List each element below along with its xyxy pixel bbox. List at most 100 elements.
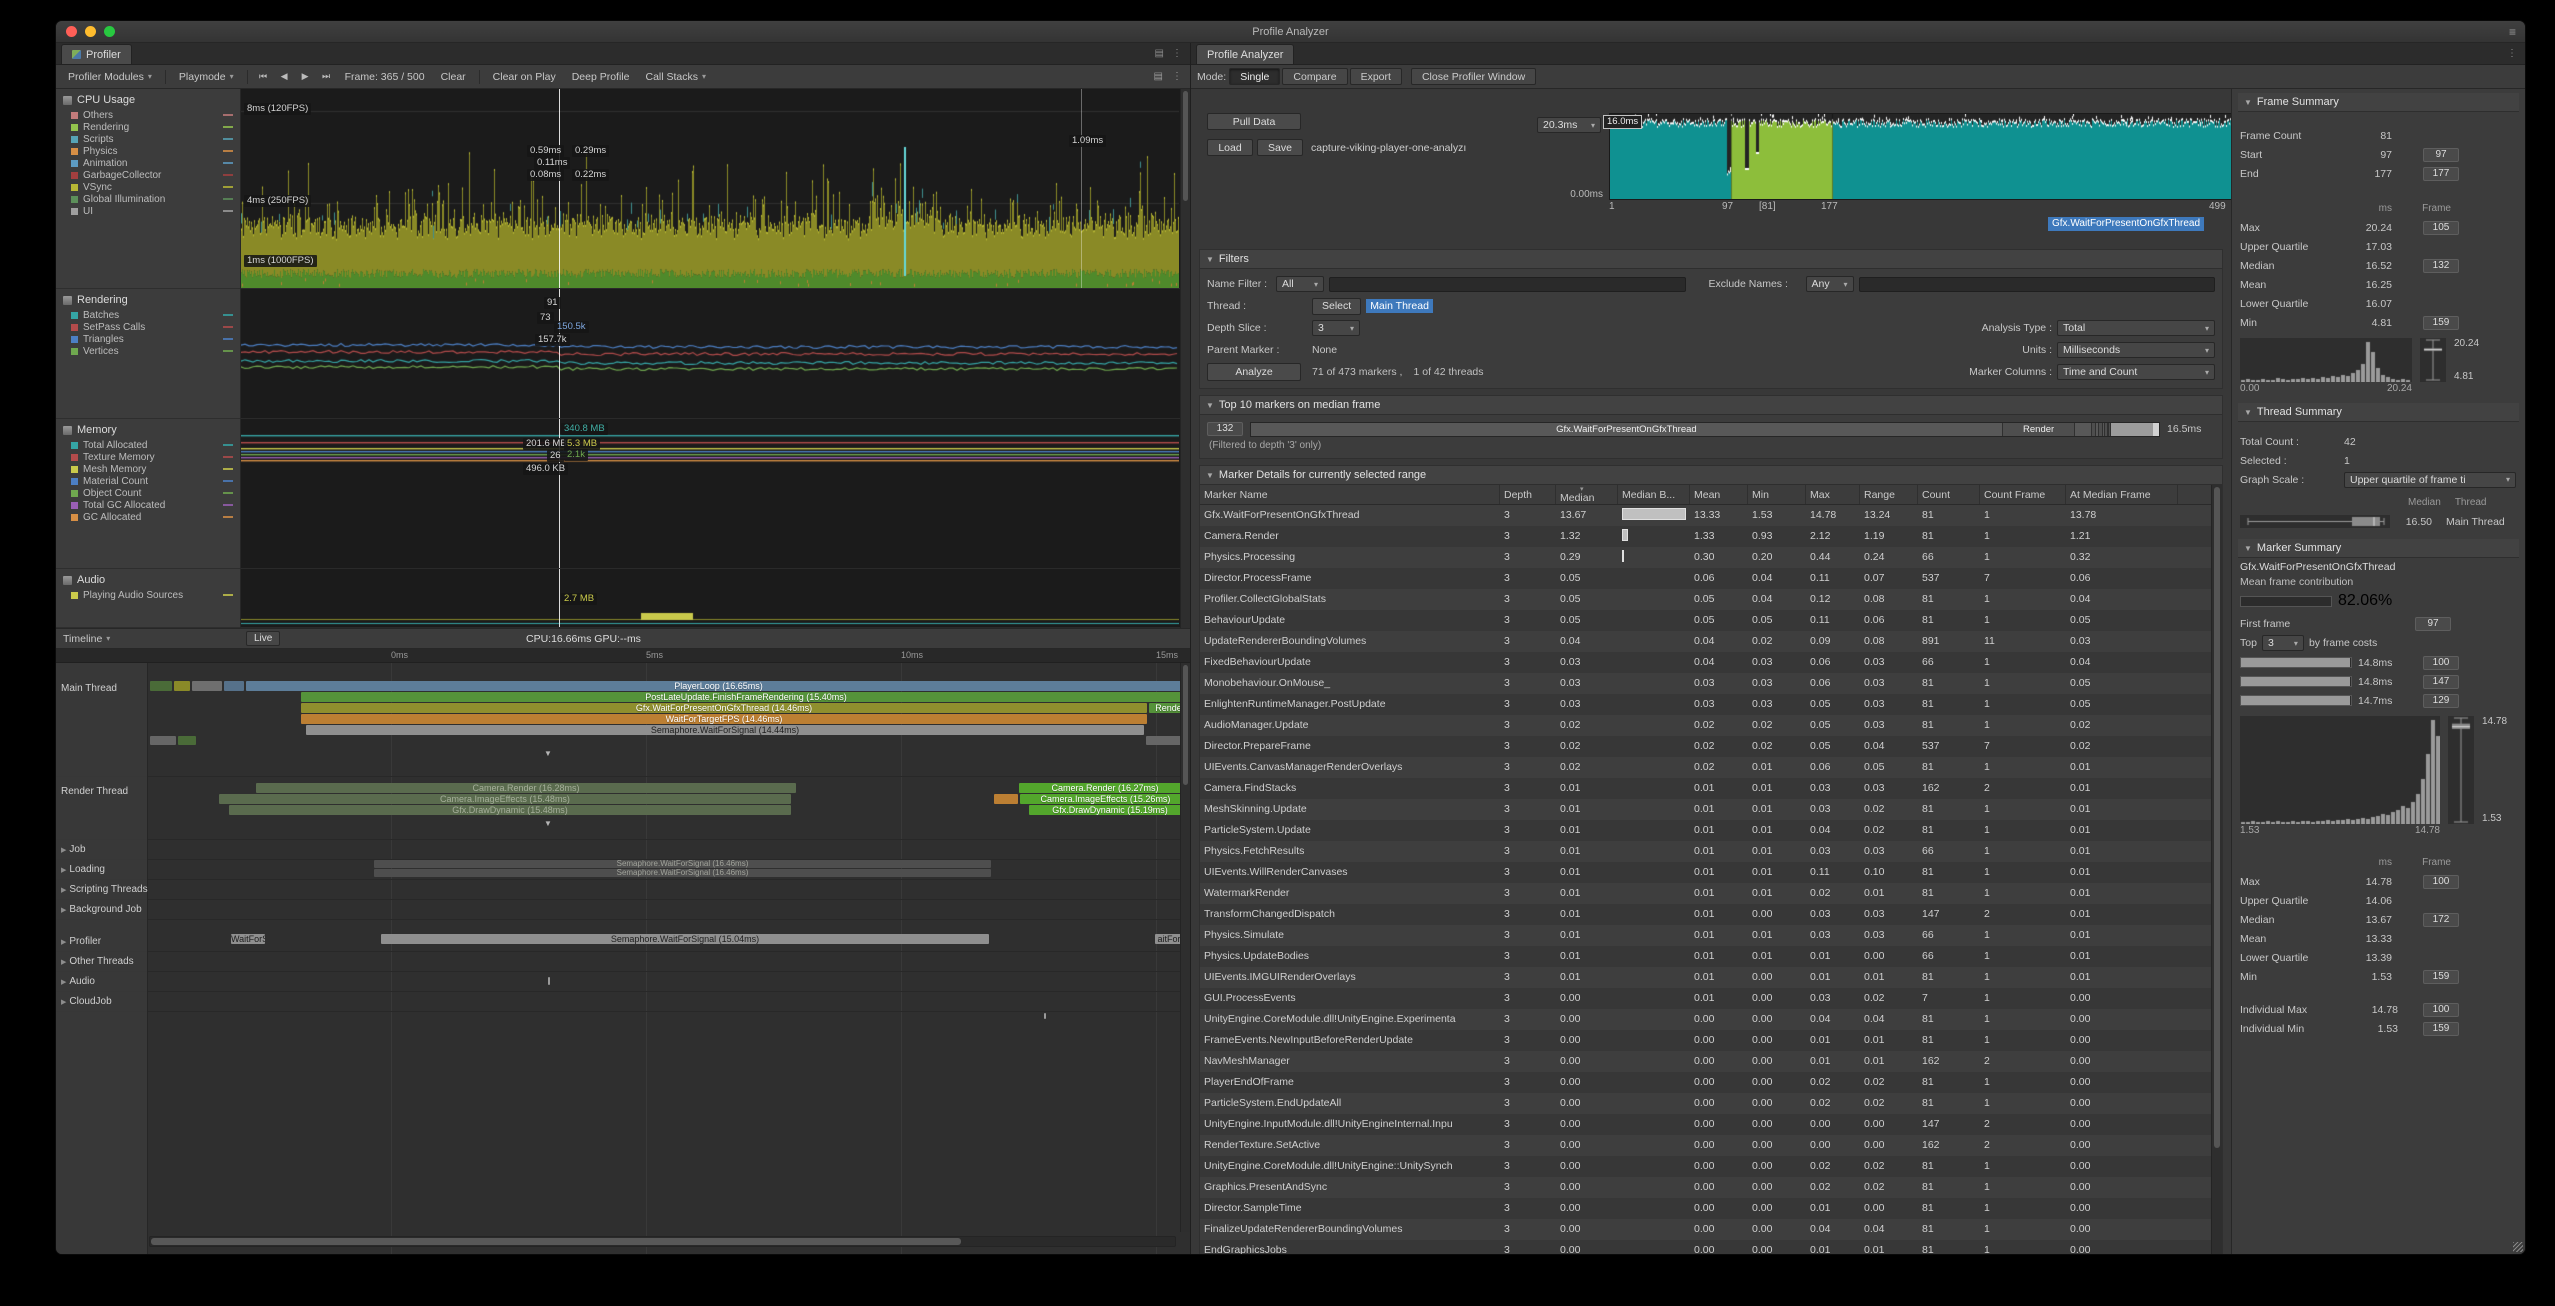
clear-button[interactable]: Clear	[434, 68, 473, 86]
legend-color-swatch[interactable]	[71, 454, 78, 461]
frame-link-button[interactable]: 132	[2423, 259, 2459, 273]
top10-header[interactable]: ▼ Top 10 markers on median frame	[1200, 396, 2222, 415]
timeline-marker-bar[interactable]	[224, 681, 244, 691]
top10-segment[interactable]: Render	[2003, 423, 2076, 436]
prev-frame-button[interactable]: ◀	[275, 68, 294, 86]
frame-link-button[interactable]: 100	[2423, 875, 2459, 889]
window-titlebar[interactable]: Profile Analyzer ≡	[56, 21, 2525, 43]
thread-label-render-thread[interactable]: Render Thread	[61, 786, 128, 797]
legend-color-swatch[interactable]	[71, 184, 78, 191]
legend-item[interactable]: Texture Memory	[56, 451, 240, 463]
timeline-marker-bar[interactable]: Camera.ImageEffects (15.26ms)	[1020, 794, 1190, 804]
timeline-marker-bar[interactable]	[548, 977, 550, 985]
frame-link-button[interactable]: 172	[2423, 913, 2459, 927]
mode-compare-button[interactable]: Compare	[1282, 68, 1347, 85]
minimize-window-button[interactable]	[85, 26, 96, 37]
legend-color-swatch[interactable]	[71, 112, 78, 119]
timeline-marker-bar[interactable]: Camera.ImageEffects (15.48ms)	[219, 794, 791, 804]
frame-link-button[interactable]: 177	[2423, 167, 2459, 181]
audio-chart[interactable]: 2.7 MB	[241, 569, 1180, 628]
thread-label-background-job[interactable]: ▶Background Job	[61, 904, 142, 915]
pane-grid-icon[interactable]: ▤	[1155, 48, 1164, 59]
frame-link-button[interactable]: 159	[2423, 1022, 2459, 1036]
legend-item[interactable]: Mesh Memory	[56, 463, 240, 475]
column-header-count[interactable]: Count	[1918, 485, 1980, 504]
column-header-at-median-frame[interactable]: At Median Frame	[2066, 485, 2178, 504]
mode-single-button[interactable]: Single	[1229, 68, 1280, 85]
analyze-button[interactable]: Analyze	[1207, 363, 1301, 381]
view-mode-dropdown[interactable]: Timeline▾	[56, 630, 117, 648]
table-row[interactable]: Physics.FetchResults30.010.010.010.030.0…	[1200, 841, 2211, 862]
timeline-view[interactable]: 0ms5ms10ms15msMain ThreadRender Thread▶J…	[56, 649, 1190, 1254]
timeline-marker-bar[interactable]: WaitForTargetFPS (14.46ms)	[301, 714, 1147, 724]
clear-on-play-toggle[interactable]: Clear on Play	[486, 68, 563, 86]
table-row[interactable]: UIEvents.WillRenderCanvases30.010.010.01…	[1200, 862, 2211, 883]
legend-color-swatch[interactable]	[71, 348, 78, 355]
table-row[interactable]: Graphics.PresentAndSync30.000.000.000.02…	[1200, 1177, 2211, 1198]
legend-color-swatch[interactable]	[71, 196, 78, 203]
frame-link-button[interactable]: 159	[2423, 316, 2459, 330]
table-row[interactable]: Camera.FindStacks30.010.010.010.030.0316…	[1200, 778, 2211, 799]
table-row[interactable]: Monobehaviour.OnMouse_30.030.030.030.060…	[1200, 673, 2211, 694]
deep-profile-toggle[interactable]: Deep Profile	[565, 68, 637, 86]
thread-select-button[interactable]: Select	[1312, 298, 1361, 315]
timeline-marker-bar[interactable]: Gfx.DrawDynamic (15.19ms)	[1029, 805, 1190, 815]
legend-color-swatch[interactable]	[71, 160, 78, 167]
frame-link-button[interactable]: 100	[2423, 1003, 2459, 1017]
column-header-range[interactable]: Range	[1860, 485, 1918, 504]
rendering-chart[interactable]: 9173150.5k157.7k	[241, 289, 1180, 419]
timeline-marker-bar[interactable]: Semaphore.WaitForSignal (16.46ms)	[374, 869, 991, 877]
save-button[interactable]: Save	[1257, 139, 1303, 156]
table-row[interactable]: Physics.Processing30.290.300.200.440.246…	[1200, 547, 2211, 568]
top10-segment[interactable]	[2075, 423, 2091, 436]
legend-color-swatch[interactable]	[71, 466, 78, 473]
table-row[interactable]: FixedBehaviourUpdate30.030.040.030.060.0…	[1200, 652, 2211, 673]
next-frame-button[interactable]: ▶	[296, 68, 315, 86]
resize-grip[interactable]	[2513, 1242, 2523, 1252]
thread-label-profiler[interactable]: ▶Profiler	[61, 936, 101, 947]
top10-segment[interactable]: Gfx.WaitForPresentOnGfxThread	[1251, 423, 2003, 436]
table-row[interactable]: UnityEngine.CoreModule.dll!UnityEngine.E…	[1200, 1009, 2211, 1030]
frame-chart-scale-dropdown[interactable]: 20.3ms▾	[1537, 117, 1601, 133]
legend-item[interactable]: SetPass Calls	[56, 321, 240, 333]
thread-label-other-threads[interactable]: ▶Other Threads	[61, 956, 134, 967]
top10-stacked-bar[interactable]: Gfx.WaitForPresentOnGfxThreadRender	[1250, 422, 2160, 437]
timeline-marker-bar[interactable]: Semaphore.WaitForSignal (16.46ms)	[374, 860, 991, 868]
column-header-mean[interactable]: Mean	[1690, 485, 1748, 504]
legend-item[interactable]: Playing Audio Sources	[56, 589, 240, 601]
column-header-min[interactable]: Min	[1748, 485, 1806, 504]
legend-color-swatch[interactable]	[71, 148, 78, 155]
module-header-cpu-usage[interactable]: CPU Usage	[56, 92, 240, 109]
filters-header[interactable]: ▼ Filters	[1200, 250, 2222, 269]
module-header-rendering[interactable]: Rendering	[56, 292, 240, 309]
toolbar-more-icon[interactable]: ⋮	[1172, 71, 1182, 82]
scrollbar-thumb[interactable]	[2214, 487, 2220, 1148]
zoom-window-button[interactable]	[104, 26, 115, 37]
frame-histogram-canvas[interactable]	[2240, 338, 2412, 382]
table-row[interactable]: ParticleSystem.Update30.010.010.010.040.…	[1200, 820, 2211, 841]
legend-item[interactable]: Global Illumination	[56, 193, 240, 205]
charts-scrollbar[interactable]	[1180, 89, 1190, 628]
module-header-audio[interactable]: Audio	[56, 572, 240, 589]
frame-link-button[interactable]: 129	[2423, 694, 2459, 708]
timeline-marker-bar[interactable]	[150, 681, 172, 691]
table-row[interactable]: Director.ProcessFrame30.050.060.040.110.…	[1200, 568, 2211, 589]
table-row[interactable]: UnityEngine.CoreModule.dll!UnityEngine::…	[1200, 1156, 2211, 1177]
table-row[interactable]: Camera.Render31.321.330.932.121.198111.2…	[1200, 526, 2211, 547]
legend-color-swatch[interactable]	[71, 592, 78, 599]
top-count-dropdown[interactable]: 3▾	[2262, 635, 2304, 651]
table-row[interactable]: BehaviourUpdate30.050.050.050.110.068110…	[1200, 610, 2211, 631]
legend-color-swatch[interactable]	[71, 136, 78, 143]
live-button[interactable]: Live	[246, 631, 280, 646]
name-filter-mode-dropdown[interactable]: All▾	[1276, 276, 1324, 292]
timeline-marker-bar[interactable]: PostLateUpdate.FinishFrameRendering (15.…	[301, 692, 1190, 702]
legend-color-swatch[interactable]	[71, 336, 78, 343]
legend-color-swatch[interactable]	[71, 312, 78, 319]
frames-overview-canvas[interactable]	[1609, 113, 2236, 200]
table-row[interactable]: UnityEngine.InputModule.dll!UnityEngineI…	[1200, 1114, 2211, 1135]
thread-label-main-thread[interactable]: Main Thread	[61, 683, 117, 694]
table-row[interactable]: Physics.Simulate30.010.010.010.030.03661…	[1200, 925, 2211, 946]
timeline-marker-bar[interactable]: Camera.Render (16.28ms)	[256, 783, 796, 793]
table-row[interactable]: FinalizeUpdateRendererBoundingVolumes30.…	[1200, 1219, 2211, 1240]
profiler-modules-dropdown[interactable]: Profiler Modules▾	[61, 68, 159, 86]
